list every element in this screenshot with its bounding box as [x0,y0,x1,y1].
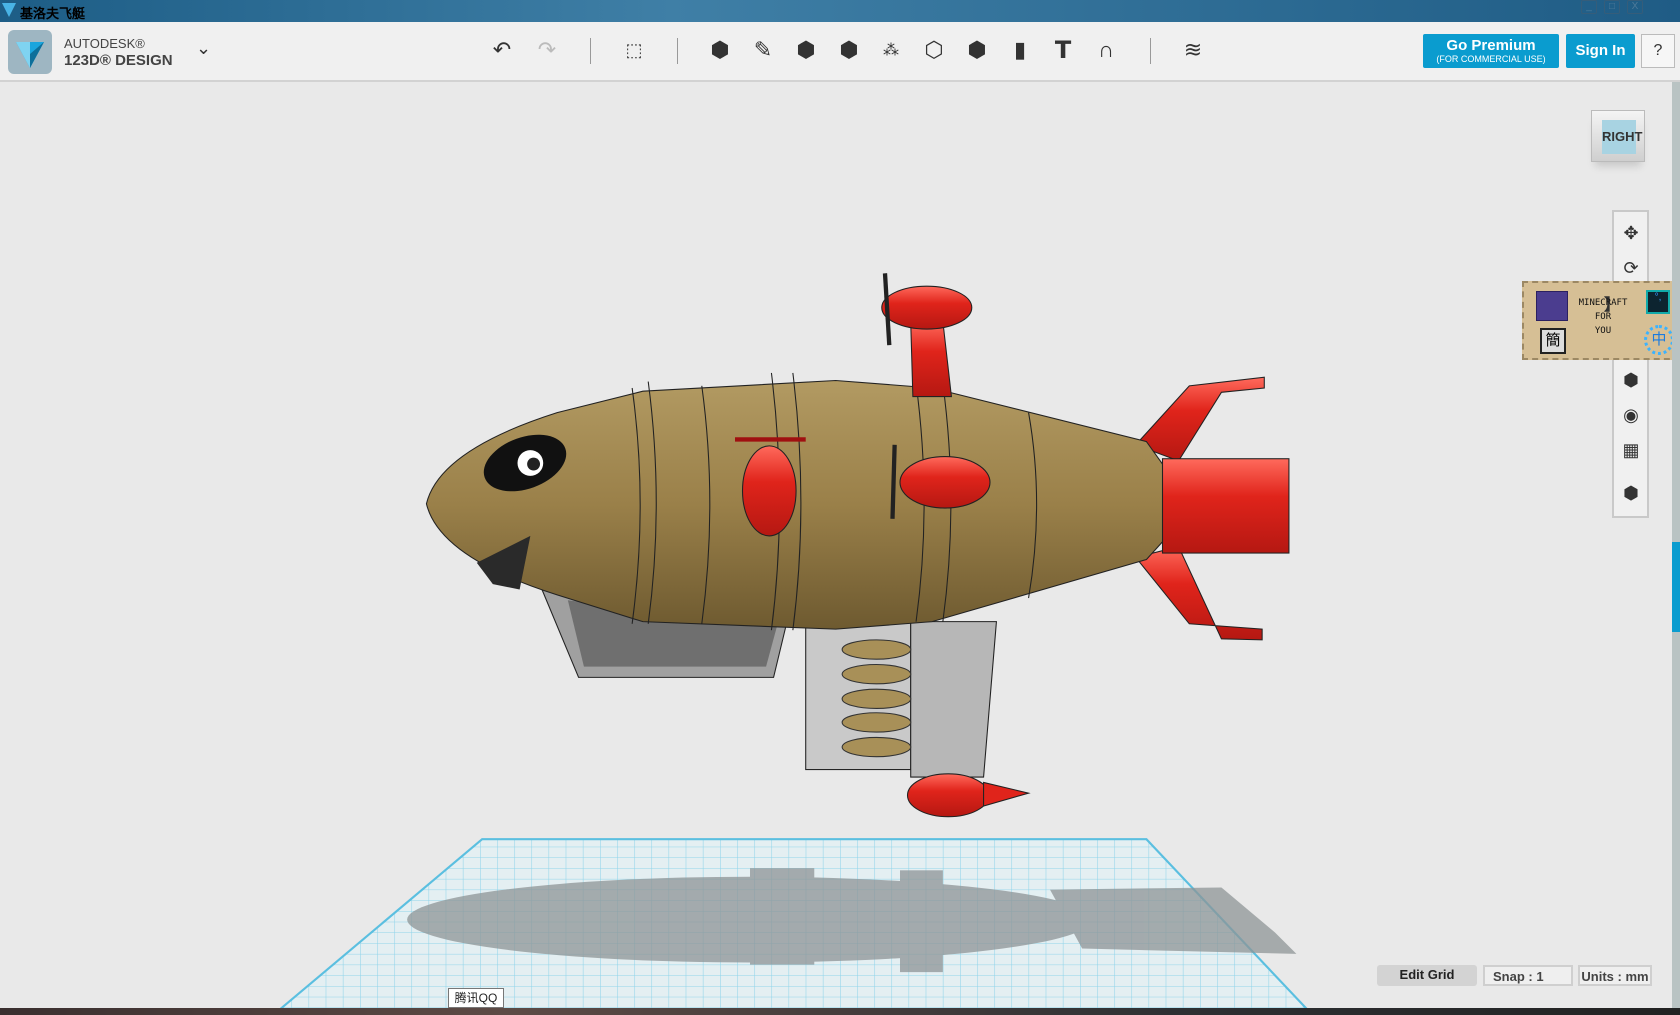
units-setting[interactable]: Units : mm [1578,965,1652,986]
ime-toolbar: 】 °, 簡 中 MINECRAFT FOR YOU [1522,281,1680,360]
grid-visibility-icon[interactable]: ▦ [1618,437,1644,463]
material-snap-icon[interactable]: ⬢ [1618,480,1644,506]
view-mode-icon[interactable]: ⬢ [1618,367,1644,393]
edit-grid-button[interactable]: Edit Grid [1377,965,1477,986]
airship-model[interactable] [425,273,1290,818]
ime-simplified[interactable]: 簡 [1540,328,1566,354]
navigation-bar: ✥ ⟳ ⬢ ◉ ▦ ⬢ [1612,210,1649,518]
ime-chinese-mode[interactable]: 中 [1644,325,1674,355]
ime-text-1: MINECRAFT [1578,298,1628,308]
ime-skin-label: MINECRAFT FOR YOU [1572,296,1634,338]
orbit-icon[interactable]: ⟳ [1618,255,1644,281]
ime-text-3: YOU [1594,326,1612,336]
side-panel-edge[interactable] [1672,82,1680,1010]
view-cube[interactable]: RIGHT [1591,110,1645,162]
ime-text-2: FOR [1594,312,1612,322]
side-panel-toggle[interactable] [1672,542,1680,632]
visibility-eye-icon[interactable]: ◉ [1618,402,1644,428]
os-taskbar[interactable] [0,1008,1680,1015]
ime-punctuation[interactable]: °, [1646,290,1670,314]
taskbar-tooltip: 腾讯QQ [448,988,504,1008]
view-cube-face[interactable]: RIGHT [1602,120,1642,154]
snap-setting[interactable]: Snap : 1 [1483,965,1573,986]
pan-icon[interactable]: ✥ [1618,220,1644,246]
3d-scene[interactable] [0,0,1680,1015]
minecraft-block-icon[interactable] [1536,291,1568,321]
